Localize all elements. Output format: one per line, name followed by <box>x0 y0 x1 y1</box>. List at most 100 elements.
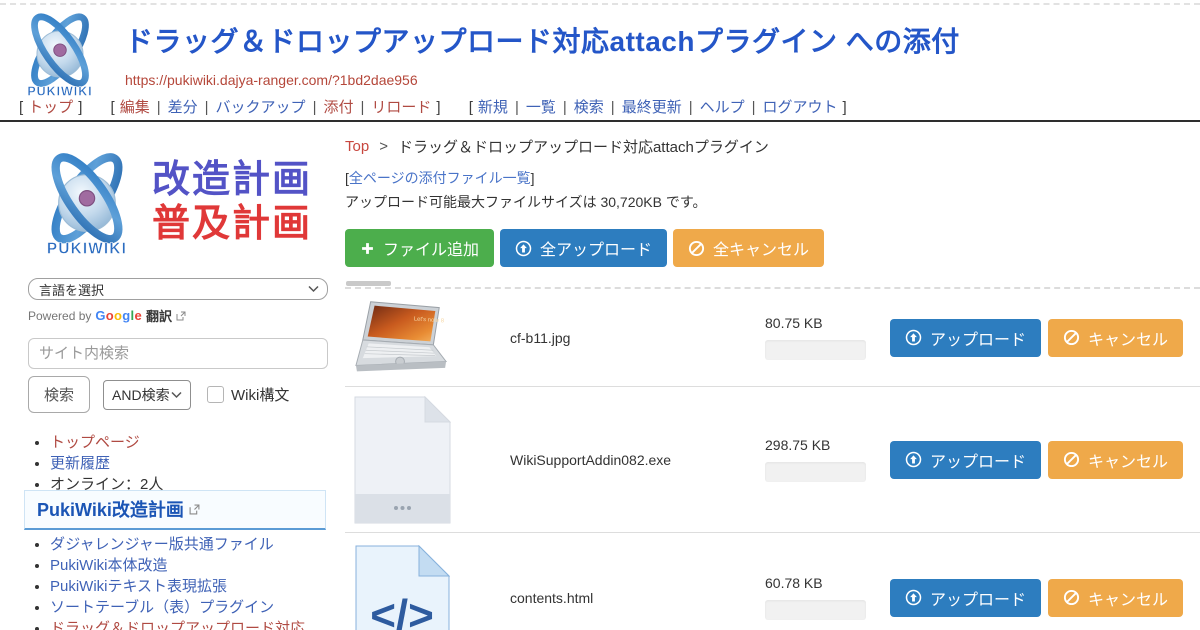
wiki-syntax-label: Wiki構文 <box>231 384 289 405</box>
bracket: [ <box>469 99 473 116</box>
wiki-syntax-checkbox[interactable] <box>207 386 224 403</box>
file-size-column: 80.75 KB <box>765 315 872 360</box>
progress-bar <box>765 600 866 620</box>
file-name: cf-b11.jpg <box>510 330 765 346</box>
pukiwiki-logo[interactable]: PUKIWIKI <box>12 6 108 107</box>
translate-link[interactable]: 翻訳 <box>146 306 172 325</box>
page-top-dashed-border <box>0 3 1200 5</box>
sidebar-link-dnd-attach[interactable]: ドラッグ＆ドロップアップロード対応attachプラグイン <box>50 620 305 630</box>
list-item: 更新履歴 <box>50 454 328 473</box>
main-content: Top > ドラッグ＆ドロップアップロード対応attachプラグイン [全ページ… <box>345 136 1200 157</box>
upload-label: アップロード <box>930 586 1026 610</box>
ban-icon <box>1063 451 1080 468</box>
search-button[interactable]: 検索 <box>28 376 90 413</box>
sidebar-link-core-mod[interactable]: PukiWiki本体改造 <box>50 557 168 574</box>
cancel-button[interactable]: キャンセル <box>1048 579 1183 617</box>
nav-link-recent[interactable]: 最終更新 <box>622 99 682 116</box>
chevron-down-icon <box>308 286 319 293</box>
all-pages-attach-list-link[interactable]: 全ページの添付ファイル一覧 <box>349 170 531 186</box>
list-item: PukiWiki本体改造 <box>50 556 330 575</box>
section-title-link[interactable]: PukiWiki改造計画 <box>37 496 184 522</box>
upload-button[interactable]: アップロード <box>890 441 1041 479</box>
file-size: 80.75 KB <box>765 315 872 331</box>
banner-line1: 改造計画 <box>152 159 312 203</box>
sidebar-link-common-files[interactable]: ダジャレンジャー版共通ファイル <box>50 536 274 553</box>
sidebar: 改造計画 普及計画 言語を選択 Powered by Google 翻訳 検索 … <box>28 140 330 266</box>
cancel-button[interactable]: キャンセル <box>1048 441 1183 479</box>
separator: | <box>563 99 567 116</box>
page-title: ドラッグ＆ドロップアップロード対応attachプラグイン への添付 <box>125 20 960 60</box>
bracket: ] <box>531 170 535 186</box>
row-actions: アップロード キャンセル <box>890 319 1183 357</box>
cancel-label: キャンセル <box>1088 326 1168 350</box>
banner-text: 改造計画 普及計画 <box>152 159 312 246</box>
nav-link-edit[interactable]: 編集 <box>120 99 150 116</box>
sidebar-banner[interactable]: 改造計画 普及計画 <box>28 140 330 266</box>
file-drop-list: Let's note 8 cf-b11.jpg 80.75 KB <box>345 287 1200 630</box>
nav-group-site: [新規|一覧|検索|最終更新|ヘルプ|ログアウト] <box>464 99 852 116</box>
nav-link-reload[interactable]: リロード <box>371 99 431 116</box>
external-link-icon <box>189 504 200 515</box>
file-name: contents.html <box>510 590 765 606</box>
file-thumbnail-laptop-photo: Let's note 8 <box>352 298 452 378</box>
cancel-all-button[interactable]: 全キャンセル <box>673 229 824 267</box>
search-mode-value: AND検索 <box>112 385 170 405</box>
nav-link-backup[interactable]: バックアップ <box>216 99 306 116</box>
language-select[interactable]: 言語を選択 <box>28 278 328 300</box>
search-controls: 検索 AND検索 Wiki構文 <box>28 376 289 413</box>
cancel-label: キャンセル <box>1088 448 1168 472</box>
separator: | <box>360 99 364 116</box>
nav-link-logout[interactable]: ログアウト <box>763 99 838 116</box>
upload-all-button[interactable]: 全アップロード <box>500 229 667 267</box>
sidebar-section-links: ダジャレンジャー版共通ファイル PukiWiki本体改造 PukiWikiテキス… <box>28 535 330 630</box>
sidebar-link-text-ext[interactable]: PukiWikiテキスト表現拡張 <box>50 578 227 595</box>
cancel-button[interactable]: キャンセル <box>1048 319 1183 357</box>
file-name: WikiSupportAddin082.exe <box>510 452 765 468</box>
upload-actions: ファイル追加 全アップロード 全キャンセル <box>345 229 824 267</box>
file-row: Let's note 8 cf-b11.jpg 80.75 KB <box>345 289 1200 386</box>
sidebar-link-toppage[interactable]: トップページ <box>50 434 140 451</box>
separator: | <box>689 99 693 116</box>
scrollbar-thumb[interactable] <box>346 281 391 286</box>
page-url-link[interactable]: https://pukiwiki.dajya-ranger.com/?1bd2d… <box>125 72 418 88</box>
top-navigation: [トップ] [編集|差分|バックアップ|添付|リロード] [新規|一覧|検索|最… <box>14 96 1194 117</box>
breadcrumb-home-link[interactable]: Top <box>345 138 369 155</box>
site-search-input[interactable] <box>28 338 328 369</box>
nav-bottom-rule <box>0 120 1200 122</box>
search-mode-select[interactable]: AND検索 <box>103 380 191 410</box>
upload-button[interactable]: アップロード <box>890 579 1041 617</box>
google-translate-attribution: Powered by Google 翻訳 <box>28 306 186 325</box>
header-text-block: ドラッグ＆ドロップアップロード対応attachプラグイン への添付 https:… <box>125 20 960 90</box>
nav-link-top[interactable]: トップ <box>28 99 73 116</box>
sidebar-link-history[interactable]: 更新履歴 <box>50 455 110 472</box>
nav-link-list[interactable]: 一覧 <box>526 99 556 116</box>
progress-bar <box>765 340 866 360</box>
banner-line2: 普及計画 <box>152 203 312 247</box>
nav-link-help[interactable]: ヘルプ <box>700 99 745 116</box>
breadcrumb: Top > ドラッグ＆ドロップアップロード対応attachプラグイン <box>345 136 1200 157</box>
nav-link-diff[interactable]: 差分 <box>168 99 198 116</box>
language-select-value: 言語を選択 <box>39 280 104 299</box>
nav-group-top: [トップ] <box>14 99 87 116</box>
nav-link-new[interactable]: 新規 <box>478 99 508 116</box>
file-icon-generic <box>352 396 452 524</box>
progress-bar <box>765 462 866 482</box>
sidebar-section-header: PukiWiki改造計画 <box>24 490 326 530</box>
breadcrumb-separator: > <box>379 138 388 155</box>
upload-button[interactable]: アップロード <box>890 319 1041 357</box>
list-item: ダジャレンジャー版共通ファイル <box>50 535 330 554</box>
powered-by-label: Powered by <box>28 309 91 323</box>
google-logo: Google <box>95 308 142 323</box>
svg-text:</>: </> <box>370 591 434 630</box>
add-files-button[interactable]: ファイル追加 <box>345 229 494 267</box>
nav-link-search[interactable]: 検索 <box>574 99 604 116</box>
file-size: 60.78 KB <box>765 575 872 591</box>
nav-link-attach[interactable]: 添付 <box>323 99 353 116</box>
bracket: [ <box>19 99 23 116</box>
attach-list-line: [全ページの添付ファイル一覧] <box>345 168 535 188</box>
row-actions: アップロード キャンセル <box>890 441 1183 479</box>
file-row: WikiSupportAddin082.exe 298.75 KB アップロード… <box>345 386 1200 532</box>
add-files-label: ファイル追加 <box>383 236 479 260</box>
ban-icon <box>1063 329 1080 346</box>
sidebar-link-sort-table[interactable]: ソートテーブル（表）プラグイン <box>50 599 274 616</box>
